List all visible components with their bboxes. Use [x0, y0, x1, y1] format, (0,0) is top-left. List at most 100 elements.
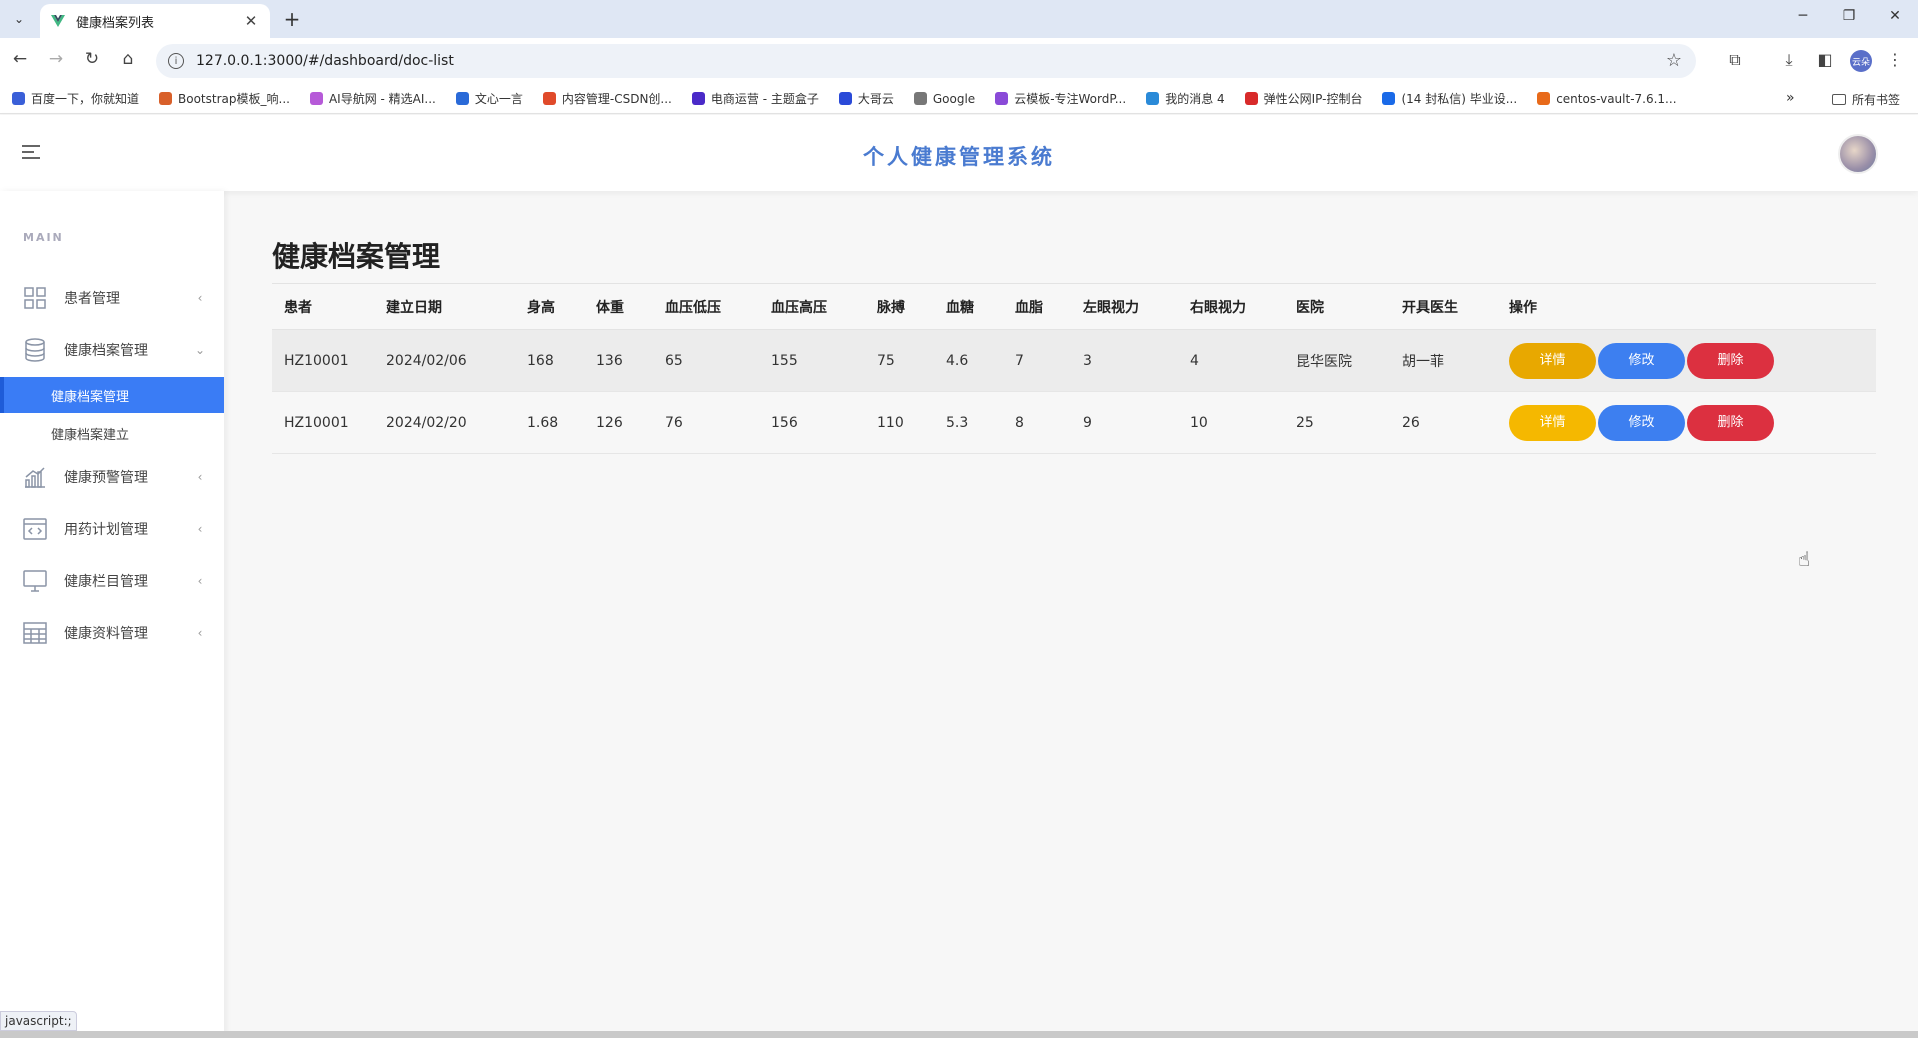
table-header-row: 患者 建立日期 身高 体重 血压低压 血压高压 脉搏 血糖 血脂 左眼视力 右眼视力 医院 开具医生 操作 — [272, 283, 1876, 330]
bookmark-favicon-icon — [1382, 92, 1396, 105]
edit-button[interactable]: 修改 — [1598, 342, 1685, 379]
sidebar-item-health-materials[interactable]: 健康资料管理 ‹ — [0, 613, 224, 653]
bookmark-label: 我的消息 4 — [1165, 92, 1225, 106]
sidebar-item-health-records[interactable]: 健康档案管理 ⌄ — [0, 330, 224, 370]
sidebar-item-health-columns[interactable]: 健康栏目管理 ‹ — [0, 561, 224, 601]
table-cell: 胡一菲 — [1390, 329, 1497, 392]
sidebar-subitem-record-create[interactable]: 健康档案建立 — [0, 415, 224, 451]
bookmark-item[interactable]: Bootstrap模板_响... — [159, 90, 290, 107]
address-bar[interactable]: i 127.0.0.1:3000/#/dashboard/doc-list ☆ — [156, 44, 1696, 78]
bookmark-favicon-icon — [1146, 92, 1160, 105]
database-icon — [22, 338, 48, 362]
minimize-icon[interactable]: ─ — [1792, 8, 1814, 24]
bookmark-item[interactable]: centos-vault-7.6.1... — [1537, 91, 1677, 106]
all-bookmarks-button[interactable]: 所有书签 — [1832, 91, 1900, 108]
table-cell: 4.6 — [934, 329, 1003, 392]
table-cell: 2024/02/20 — [374, 391, 515, 454]
column-header: 血糖 — [934, 283, 1003, 330]
window-close-icon[interactable]: ✕ — [1884, 8, 1906, 24]
bookmark-favicon-icon — [1244, 92, 1258, 105]
tab-search-chevron-icon[interactable]: ⌄ — [8, 8, 30, 30]
table-cell: 9 — [1071, 391, 1178, 454]
side-panel-icon[interactable]: ◧ — [1814, 50, 1836, 69]
sidebar-item-label: 健康档案管理 — [64, 343, 148, 359]
bookmark-favicon-icon — [12, 92, 25, 105]
browser-menu-icon[interactable]: ⋮ — [1884, 50, 1906, 69]
new-tab-button[interactable]: + — [280, 7, 304, 31]
tab-close-icon[interactable]: ✕ — [242, 12, 260, 30]
column-header: 开具医生 — [1390, 283, 1497, 330]
detail-button[interactable]: 详情 — [1509, 404, 1596, 441]
reload-icon[interactable]: ↻ — [80, 49, 104, 69]
bookmark-label: 电商运营 - 主题盒子 — [710, 92, 819, 106]
bookmark-item[interactable]: 电商运营 - 主题盒子 — [691, 90, 819, 107]
all-bookmarks-label: 所有书签 — [1852, 93, 1901, 107]
browser-tab-active[interactable]: 健康档案列表 ✕ — [40, 4, 270, 38]
table-cell: 昆华医院 — [1284, 329, 1390, 392]
page-title: 健康档案管理 — [272, 240, 441, 273]
sidebar-item-patients[interactable]: 患者管理 ‹ — [0, 278, 224, 318]
back-icon[interactable]: ← — [8, 49, 32, 69]
sidebar-item-label: 健康预警管理 — [64, 470, 148, 486]
bookmark-star-icon[interactable]: ☆ — [1666, 50, 1682, 71]
bookmark-item[interactable]: 我的消息 4 — [1146, 90, 1225, 107]
browser-toolbar: ← → ↻ ⌂ i 127.0.0.1:3000/#/dashboard/doc… — [0, 38, 1918, 84]
table-row: HZ10001 2024/02/20 1.68 126 76 156 110 5.3 8 9 10 2… — [272, 391, 1876, 454]
restore-icon[interactable]: ❐ — [1838, 8, 1860, 24]
url-text: 127.0.0.1:3000/#/dashboard/doc-list — [196, 53, 454, 69]
bookmark-label: Google — [932, 91, 976, 106]
bookmark-item[interactable]: 云模板-专注WordP... — [995, 90, 1126, 107]
sidebar-subitem-record-list[interactable]: 健康档案管理 — [0, 377, 224, 413]
bookmark-item[interactable]: 大哥云 — [838, 90, 894, 107]
table-cell: 26 — [1390, 391, 1497, 454]
bookmark-item[interactable]: 内容管理-CSDN创... — [542, 90, 672, 107]
bookmark-item[interactable]: 百度一下，你就知道 — [12, 90, 139, 107]
grid-icon — [22, 286, 48, 310]
bookmarks-overflow-icon[interactable]: » — [1786, 90, 1795, 106]
bookmark-favicon-icon — [995, 92, 1009, 105]
table-cell: HZ10001 — [272, 391, 374, 454]
table-cell: 75 — [865, 329, 934, 392]
sidebar-item-health-alerts[interactable]: 健康预警管理 ‹ — [0, 457, 224, 497]
sidebar-item-label: 用药计划管理 — [64, 522, 148, 538]
edit-button[interactable]: 修改 — [1598, 404, 1685, 441]
table-cell: 168 — [515, 329, 584, 392]
download-icon[interactable]: ⤓ — [1778, 50, 1800, 70]
bookmark-label: centos-vault-7.6.1... — [1556, 91, 1677, 106]
code-window-icon — [22, 517, 48, 541]
actions-cell: 详情 修改 删除 — [1497, 329, 1876, 392]
sidebar-item-medication-plan[interactable]: 用药计划管理 ‹ — [0, 509, 224, 549]
sidebar-section-label: MAIN — [23, 231, 64, 244]
home-icon[interactable]: ⌂ — [116, 49, 140, 69]
table-cell: 76 — [653, 391, 759, 454]
bookmark-item[interactable]: (14 封私信) 毕业设... — [1382, 90, 1517, 107]
sidebar-item-label: 健康栏目管理 — [64, 574, 148, 590]
column-header: 右眼视力 — [1178, 283, 1284, 330]
table-cell: 7 — [1003, 329, 1071, 392]
bookmark-label: 弹性公网IP-控制台 — [1263, 92, 1363, 106]
health-records-table: 患者 建立日期 身高 体重 血压低压 血压高压 脉搏 血糖 血脂 左眼视力 右眼视力 医院 开具医生 操作… — [272, 283, 1876, 454]
profile-avatar[interactable]: 云朵 — [1850, 50, 1872, 72]
table-cell: 126 — [584, 391, 653, 454]
browser-tabbar: ⌄ 健康档案列表 ✕ + ─ ❐ ✕ — [0, 0, 1918, 38]
bookmark-item[interactable]: 弹性公网IP-控制台 — [1244, 90, 1363, 107]
bookmark-favicon-icon — [691, 92, 705, 105]
user-avatar[interactable] — [1838, 134, 1878, 174]
forward-icon[interactable]: → — [44, 49, 68, 69]
delete-button[interactable]: 删除 — [1687, 342, 1774, 379]
extensions-icon[interactable]: ⧉ — [1724, 50, 1746, 70]
bookmark-label: Bootstrap模板_响... — [178, 92, 290, 106]
chevron-left-icon: ‹ — [197, 522, 203, 536]
column-header: 建立日期 — [374, 283, 515, 330]
detail-button[interactable]: 详情 — [1509, 342, 1596, 379]
site-info-icon[interactable]: i — [168, 53, 184, 69]
chevron-left-icon: ‹ — [197, 291, 203, 305]
bookmark-item[interactable]: 文心一言 — [455, 90, 523, 107]
column-header: 患者 — [272, 283, 374, 330]
delete-button[interactable]: 删除 — [1687, 404, 1774, 441]
table-cell: 65 — [653, 329, 759, 392]
bookmark-item[interactable]: AI导航网 - 精选AI... — [309, 90, 436, 107]
bookmark-label: 大哥云 — [857, 92, 894, 106]
bookmark-favicon-icon — [838, 92, 852, 105]
bookmark-item[interactable]: Google — [913, 91, 976, 106]
